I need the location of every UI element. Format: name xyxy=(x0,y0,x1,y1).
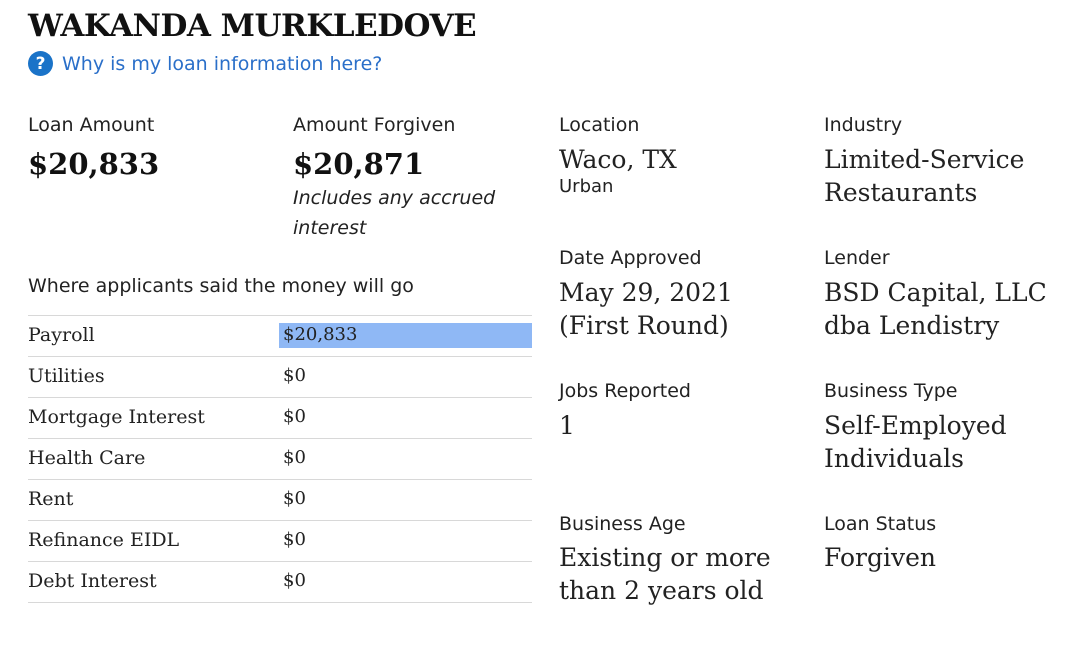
industry-label: Industry xyxy=(824,114,903,136)
business-age-value: Existing or more than 2 years old xyxy=(559,543,771,605)
jobs-reported-value: 1 xyxy=(559,411,575,440)
why-loan-info-link[interactable]: ? Why is my loan information here? xyxy=(28,51,382,76)
uses-category: Utilities xyxy=(28,365,105,387)
uses-amount: $0 xyxy=(283,406,306,427)
uses-category: Refinance EIDL xyxy=(28,529,180,551)
uses-row: Health Care $0 xyxy=(28,439,532,480)
uses-row: Utilities $0 xyxy=(28,357,532,398)
uses-amount: $0 xyxy=(283,570,306,591)
uses-row: Rent $0 xyxy=(28,480,532,521)
uses-category: Health Care xyxy=(28,447,146,469)
lender-label: Lender xyxy=(824,247,890,269)
help-question-icon: ? xyxy=(28,51,53,76)
uses-amount: $0 xyxy=(283,488,306,509)
uses-table: Payroll $20,833 Utilities $0 Mortgage Intere… xyxy=(28,315,532,603)
location-label: Location xyxy=(559,114,640,136)
uses-heading: Where applicants said the money will go xyxy=(28,275,414,297)
uses-category: Mortgage Interest xyxy=(28,406,205,428)
page-title: WAKANDA MURKLEDOVE xyxy=(28,8,477,44)
date-approved-value: May 29, 2021 (First Round) xyxy=(559,278,733,340)
uses-row: Debt Interest $0 xyxy=(28,562,532,603)
uses-amount: $0 xyxy=(283,365,306,386)
uses-category: Debt Interest xyxy=(28,570,157,592)
amount-forgiven-note: Includes any accrued interest xyxy=(293,187,496,239)
date-approved-label: Date Approved xyxy=(559,247,702,269)
amount-forgiven-value: $20,871 xyxy=(293,147,425,181)
loan-amount-label: Loan Amount xyxy=(28,114,155,136)
uses-amount: $20,833 xyxy=(283,324,358,345)
uses-category: Payroll xyxy=(28,324,95,346)
location-value: Waco, TX xyxy=(559,145,677,174)
uses-amount: $0 xyxy=(283,447,306,468)
uses-row: Refinance EIDL $0 xyxy=(28,521,532,562)
amount-forgiven-label: Amount Forgiven xyxy=(293,114,456,136)
uses-category: Rent xyxy=(28,488,74,510)
loan-status-label: Loan Status xyxy=(824,513,937,535)
jobs-reported-label: Jobs Reported xyxy=(559,380,691,402)
lender-value: BSD Capital, LLC dba Lendistry xyxy=(824,278,1047,340)
uses-amount: $0 xyxy=(283,529,306,550)
business-type-label: Business Type xyxy=(824,380,958,402)
business-type-value: Self-Employed Individuals xyxy=(824,411,1007,473)
location-sub: Urban xyxy=(559,176,614,197)
uses-row: Mortgage Interest $0 xyxy=(28,398,532,439)
why-loan-info-text: Why is my loan information here? xyxy=(62,52,383,75)
industry-value: Limited-Service Restaurants xyxy=(824,145,1025,207)
business-age-label: Business Age xyxy=(559,513,686,535)
loan-amount-value: $20,833 xyxy=(28,147,160,181)
loan-status-value: Forgiven xyxy=(824,543,936,572)
uses-row: Payroll $20,833 xyxy=(28,316,532,357)
